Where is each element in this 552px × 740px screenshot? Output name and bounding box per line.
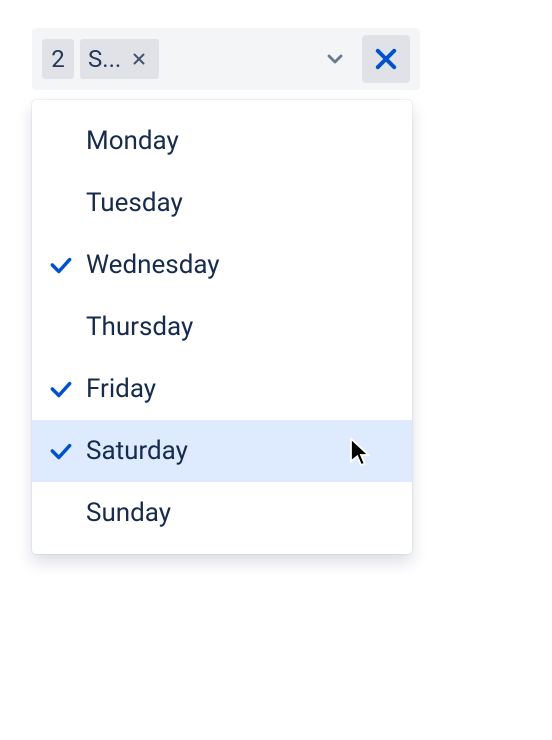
multi-select: 2 S...	[32, 28, 420, 554]
option-friday[interactable]: Friday	[32, 358, 412, 420]
check-icon	[48, 438, 74, 464]
clear-all-button[interactable]	[362, 35, 410, 83]
check-icon	[48, 252, 74, 278]
option-label: Thursday	[86, 312, 396, 342]
option-saturday[interactable]: Saturday	[32, 420, 412, 482]
option-tuesday[interactable]: Tuesday	[32, 172, 412, 234]
option-label: Friday	[86, 374, 396, 404]
overflow-count: 2	[51, 45, 65, 73]
option-label: Sunday	[86, 498, 396, 528]
selected-chip[interactable]: S...	[80, 39, 159, 79]
select-control[interactable]: 2 S...	[32, 28, 420, 90]
option-sunday[interactable]: Sunday	[32, 482, 412, 544]
chevron-down-icon[interactable]	[314, 38, 356, 80]
option-label: Saturday	[86, 436, 396, 466]
option-label: Monday	[86, 126, 396, 156]
option-label: Tuesday	[86, 188, 396, 218]
check-slot	[48, 252, 86, 278]
check-slot	[48, 376, 86, 402]
option-monday[interactable]: Monday	[32, 110, 412, 172]
selected-chips-area: 2 S...	[42, 39, 314, 79]
chip-remove-icon[interactable]	[127, 47, 151, 71]
option-wednesday[interactable]: Wednesday	[32, 234, 412, 296]
check-icon	[48, 376, 74, 402]
option-label: Wednesday	[86, 250, 396, 280]
overflow-count-chip[interactable]: 2	[42, 39, 74, 79]
dropdown-menu: Monday Tuesday Wednesday Thursday	[32, 100, 412, 554]
chip-label: S...	[88, 45, 121, 73]
select-controls	[314, 35, 410, 83]
option-thursday[interactable]: Thursday	[32, 296, 412, 358]
check-slot	[48, 438, 86, 464]
